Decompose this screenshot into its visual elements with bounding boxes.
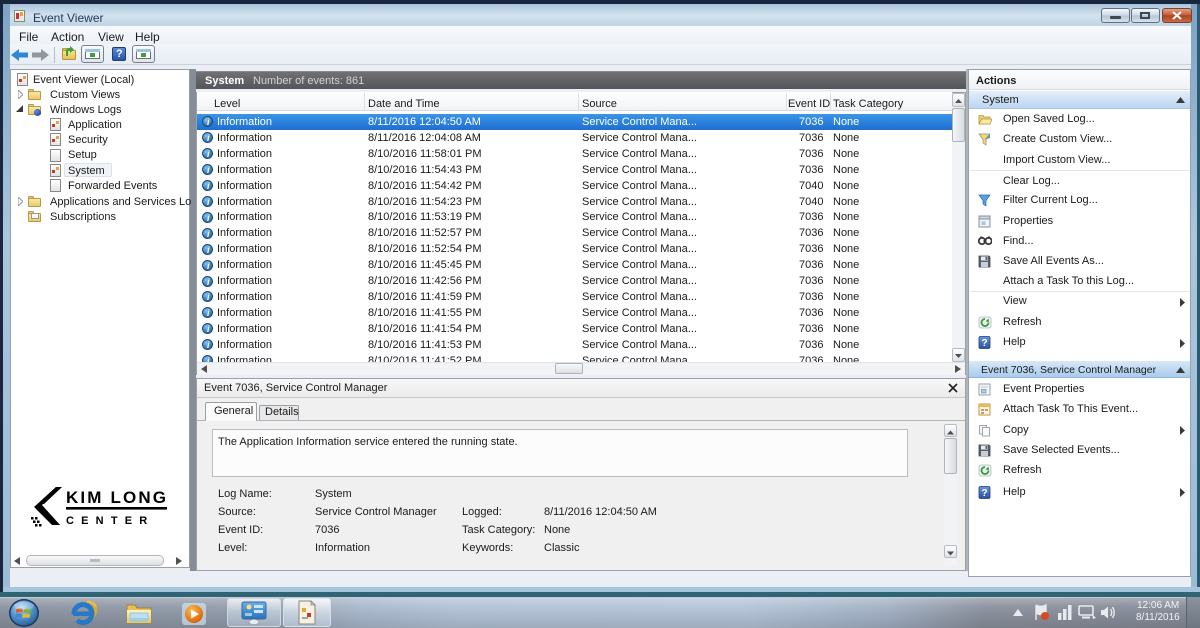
svg-text:CENTER: CENTER [66, 515, 154, 527]
svg-text:?: ? [981, 338, 987, 349]
svg-text:KIM LONG: KIM LONG [66, 488, 166, 507]
svg-text:?: ? [981, 488, 987, 499]
